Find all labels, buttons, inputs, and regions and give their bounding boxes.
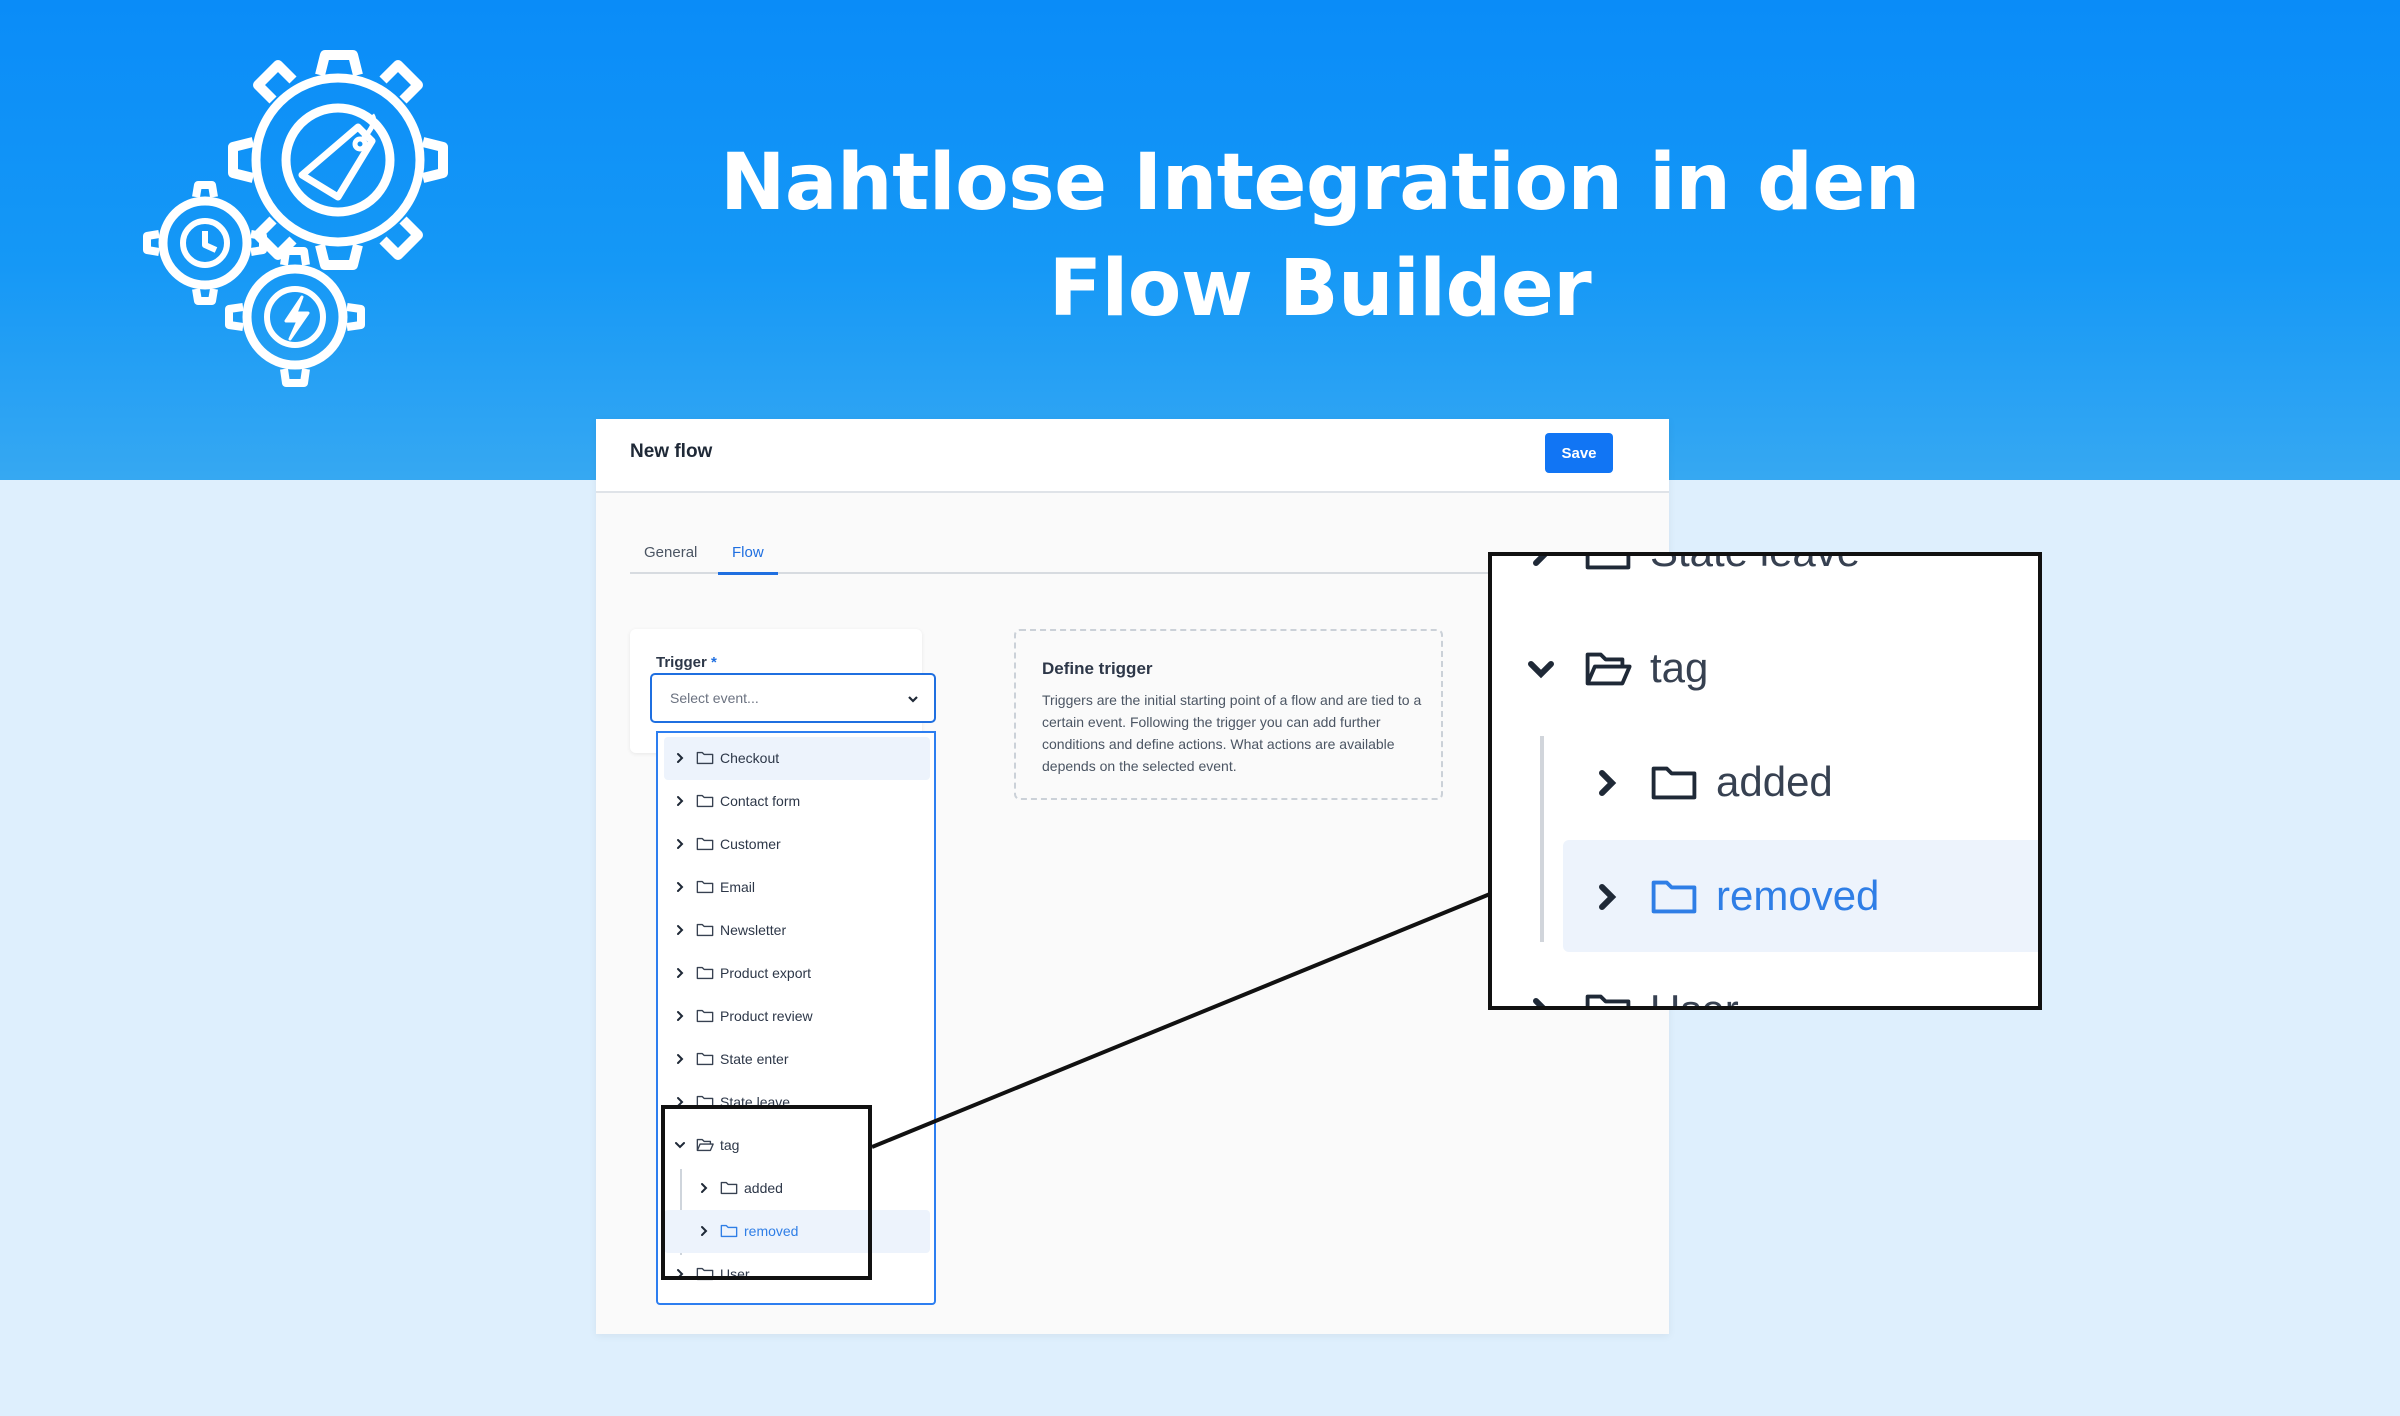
zoom-item-label: tag (1650, 644, 1709, 691)
zoom-item-removed: removed (1563, 840, 2038, 952)
dropdown-item-label: State enter (720, 1051, 789, 1067)
headline-line-2: Flow Builder (1048, 244, 1592, 334)
chevron-right-icon[interactable] (674, 752, 686, 764)
zoom-item-tag: tag (1492, 612, 2038, 724)
trigger-label-text: Trigger (656, 654, 707, 671)
folder-icon (696, 880, 714, 894)
define-trigger-box: Define trigger Triggers are the initial … (1014, 629, 1443, 800)
folder-icon (1651, 766, 1697, 800)
dropdown-item-label: Newsletter (720, 922, 787, 938)
dropdown-item-contact-form[interactable]: Contact form (664, 780, 930, 823)
zoom-item-label: added (1716, 758, 1833, 805)
folder-icon (696, 1009, 714, 1023)
dropdown-item-label: Product export (720, 965, 812, 981)
zoom-item-state-leave: State leave (1492, 556, 2038, 608)
chevron-right-icon[interactable] (674, 1010, 686, 1022)
zoom-item-label: removed (1716, 872, 1880, 919)
zoom-magnifier: State leave tag added removed User (1488, 552, 2042, 1010)
zoom-item-label: User (1650, 986, 1739, 1010)
folder-icon (1651, 880, 1697, 914)
clock-gear-icon (143, 181, 267, 305)
chevron-right-icon[interactable] (674, 838, 686, 850)
trigger-label: Trigger * (656, 654, 717, 671)
save-button[interactable]: Save (1545, 433, 1613, 473)
folder-icon (696, 751, 714, 765)
chevron-right-icon[interactable] (674, 967, 686, 979)
headline-line-1: Nahtlose Integration in den (720, 138, 1920, 228)
chevron-right-icon[interactable] (674, 795, 686, 807)
required-mark: * (711, 654, 717, 671)
define-trigger-title: Define trigger (1042, 659, 1153, 678)
zoom-item-label: State leave (1650, 556, 1860, 576)
define-trigger-text: Triggers are the initial starting point … (1042, 692, 1422, 774)
zoom-item-user: User (1492, 954, 2038, 1010)
dropdown-item-label: Contact form (720, 793, 801, 809)
hero-banner: Nahtlose Integration in den Flow Builder (0, 0, 2400, 480)
chevron-right-icon (1599, 884, 1617, 910)
zoom-source-frame (661, 1105, 872, 1280)
folder-icon (696, 923, 714, 937)
dropdown-item-product-review[interactable]: Product review (664, 995, 930, 1038)
lightning-icon (284, 295, 310, 341)
gears-icon (143, 50, 448, 387)
dropdown-item-label: Email (720, 879, 756, 895)
tab-flow[interactable]: Flow (718, 544, 778, 575)
dropdown-item-label: Product review (720, 1008, 813, 1024)
dropdown-item-label: Customer (720, 836, 781, 852)
folder-open-icon (1585, 652, 1632, 686)
chevron-right-icon (1599, 770, 1617, 796)
folder-icon (1585, 556, 1631, 570)
window-title: New flow (630, 441, 713, 462)
chevron-right-icon (1533, 556, 1548, 566)
dropdown-item-newsletter[interactable]: Newsletter (664, 909, 930, 952)
folder-icon (696, 837, 714, 851)
dropdown-item-state-enter[interactable]: State enter (664, 1038, 930, 1081)
dropdown-item-checkout[interactable]: Checkout (664, 737, 930, 780)
event-select[interactable]: Select event... (650, 673, 936, 723)
chevron-down-icon (1528, 661, 1554, 679)
dropdown-item-product-export[interactable]: Product export (664, 952, 930, 995)
chevron-right-icon[interactable] (674, 881, 686, 893)
chevron-down-icon (908, 696, 918, 703)
dropdown-item-label: Checkout (720, 750, 780, 766)
tab-general[interactable]: General (644, 544, 697, 572)
page-headline: Nahtlose Integration in den Flow Builder (640, 130, 2000, 342)
bolt-gear-icon (225, 247, 365, 387)
chevron-right-icon[interactable] (674, 1053, 686, 1065)
folder-icon (696, 794, 714, 808)
dropdown-item-customer[interactable]: Customer (664, 823, 930, 866)
zoom-item-added: added (1492, 726, 2038, 838)
folder-icon (1585, 994, 1631, 1006)
folder-icon (696, 1052, 714, 1066)
folder-icon (696, 966, 714, 980)
chevron-right-icon (1533, 998, 1546, 1006)
dropdown-item-email[interactable]: Email (664, 866, 930, 909)
event-select-placeholder: Select event... (670, 690, 759, 706)
chevron-right-icon[interactable] (674, 924, 686, 936)
window-header: New flow Save (596, 419, 1669, 493)
